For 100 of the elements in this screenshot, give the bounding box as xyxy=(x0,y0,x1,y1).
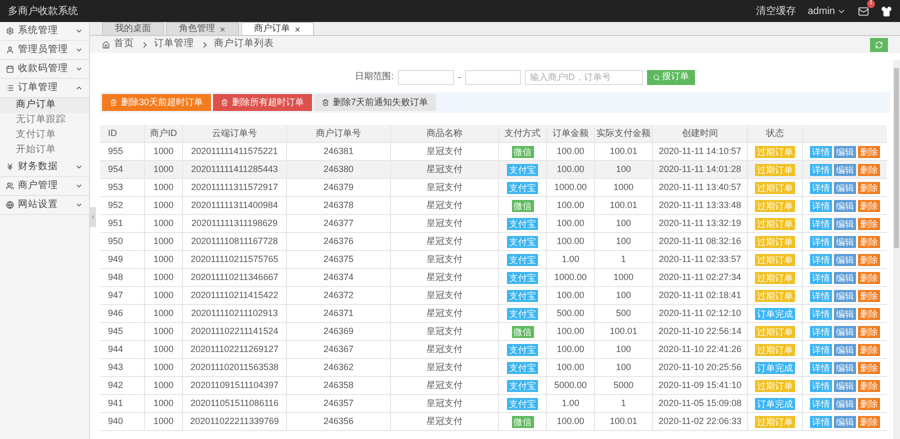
row-action-button[interactable]: 详情 xyxy=(810,326,832,338)
table-cell: 202011110211346667 xyxy=(183,269,287,286)
sidebar-item[interactable]: 管理员管理 xyxy=(0,41,89,60)
table-cell: 246356 xyxy=(287,413,391,430)
row-action-button[interactable]: 删除 xyxy=(858,344,880,356)
row-action-button[interactable]: 详情 xyxy=(810,362,832,374)
row-action-button[interactable]: 删除 xyxy=(858,362,880,374)
tab[interactable]: 商户订单 xyxy=(241,22,314,35)
row-action-button[interactable]: 编辑 xyxy=(834,344,856,356)
table-cell: 100 xyxy=(595,287,653,304)
row-action-button[interactable]: 详情 xyxy=(810,164,832,176)
search-field[interactable]: 输入商户ID，订单号 xyxy=(524,70,643,84)
globe-icon xyxy=(6,201,14,209)
row-action-button[interactable]: 编辑 xyxy=(834,380,856,392)
row-action-button[interactable]: 编辑 xyxy=(834,236,856,248)
table-cell: 100 xyxy=(595,359,653,376)
breadcrumb-link[interactable]: 商户订单列表 xyxy=(214,37,274,52)
submenu-item[interactable]: 支付订单 xyxy=(0,128,89,143)
table-cell: 943 xyxy=(100,359,145,376)
row-action-button[interactable]: 详情 xyxy=(810,236,832,248)
submenu-item[interactable]: 开始订单 xyxy=(0,143,89,158)
delete-orders-button[interactable]: 删除30天前超时订单 xyxy=(102,94,212,111)
row-action-button[interactable]: 删除 xyxy=(858,254,880,266)
row-action-button[interactable]: 编辑 xyxy=(834,254,856,266)
sidebar-item[interactable]: 财务数据 xyxy=(0,158,89,177)
user-menu[interactable]: admin xyxy=(808,4,846,18)
row-action-button[interactable]: 删除 xyxy=(858,308,880,320)
table-cell: 100 xyxy=(595,215,653,232)
row-action-button[interactable]: 详情 xyxy=(810,218,832,230)
row-action-button[interactable]: 编辑 xyxy=(834,362,856,374)
submenu-item[interactable]: 商户订单 xyxy=(0,98,89,113)
refresh-button[interactable] xyxy=(870,38,888,52)
row-action-button[interactable]: 编辑 xyxy=(834,308,856,320)
date-range-label: 日期范围: xyxy=(355,70,394,84)
row-action-button[interactable]: 编辑 xyxy=(834,164,856,176)
row-action-button[interactable]: 删除 xyxy=(858,380,880,392)
delete-orders-button[interactable]: 删除所有超时订单 xyxy=(213,94,312,111)
clear-cache-button[interactable]: 清空缓存 xyxy=(756,4,796,18)
row-action-button[interactable]: 删除 xyxy=(858,416,880,428)
sidebar-item[interactable]: 系统管理 xyxy=(0,22,89,41)
submenu-item[interactable]: 无订单跟踪 xyxy=(0,113,89,128)
row-action-button[interactable]: 编辑 xyxy=(834,182,856,194)
scrollbar[interactable] xyxy=(893,60,900,439)
row-action-button[interactable]: 详情 xyxy=(810,200,832,212)
sidebar-item[interactable]: 收款码管理 xyxy=(0,60,89,79)
start-date-field[interactable] xyxy=(398,70,454,84)
mail-button[interactable] xyxy=(858,6,869,16)
table-cell: 246379 xyxy=(287,179,391,196)
row-action-button[interactable]: 删除 xyxy=(858,164,880,176)
table-cell: 202011111311400984 xyxy=(183,197,287,214)
tab[interactable]: 角色管理 xyxy=(166,22,239,35)
row-action-button[interactable]: 详情 xyxy=(810,254,832,266)
table-cell: 202011110211575765 xyxy=(183,251,287,268)
trash-icon xyxy=(110,99,117,106)
row-action-button[interactable]: 删除 xyxy=(858,200,880,212)
row-action-button[interactable]: 删除 xyxy=(858,398,880,410)
table-cell: 2020-11-11 13:32:19 xyxy=(653,215,748,232)
table-cell: 202011111411285443 xyxy=(183,161,287,178)
tab[interactable]: 我的桌面 xyxy=(102,22,164,35)
row-action-button[interactable]: 删除 xyxy=(858,326,880,338)
row-action-button[interactable]: 详情 xyxy=(810,290,832,302)
row-action-button[interactable]: 删除 xyxy=(858,272,880,284)
table-cell: 星冠支付 xyxy=(391,269,499,286)
payment-badge: 支付宝 xyxy=(507,272,538,284)
row-action-button[interactable]: 删除 xyxy=(858,236,880,248)
row-action-button[interactable]: 删除 xyxy=(858,218,880,230)
row-action-button[interactable]: 详情 xyxy=(810,146,832,158)
theme-button[interactable] xyxy=(881,6,892,16)
table-cell: 皇冠支付 xyxy=(391,359,499,376)
row-action-button[interactable]: 编辑 xyxy=(834,272,856,284)
row-action-button[interactable]: 编辑 xyxy=(834,398,856,410)
status-badge: 过期订单 xyxy=(755,416,795,428)
row-action-button[interactable]: 详情 xyxy=(810,272,832,284)
sidebar-item[interactable]: 商户管理 xyxy=(0,177,89,196)
row-action-button[interactable]: 编辑 xyxy=(834,290,856,302)
row-action-button[interactable]: 编辑 xyxy=(834,146,856,158)
row-action-button[interactable]: 详情 xyxy=(810,398,832,410)
row-action-button[interactable]: 详情 xyxy=(810,308,832,320)
table-cell: 246374 xyxy=(287,269,391,286)
row-action-button[interactable]: 编辑 xyxy=(834,218,856,230)
breadcrumb-link[interactable]: 首页 xyxy=(114,37,134,52)
row-action-button[interactable]: 删除 xyxy=(858,182,880,194)
breadcrumb-link[interactable]: 订单管理 xyxy=(154,37,194,52)
end-date-field[interactable] xyxy=(464,70,521,84)
row-action-button[interactable]: 编辑 xyxy=(834,200,856,212)
row-action-button[interactable]: 删除 xyxy=(858,290,880,302)
sidebar-item[interactable]: 网站设置 xyxy=(0,196,89,215)
row-action-button[interactable]: 详情 xyxy=(810,380,832,392)
row-action-button[interactable]: 删除 xyxy=(858,146,880,158)
row-action-button[interactable]: 详情 xyxy=(810,416,832,428)
delete-orders-button[interactable]: 删除7天前通知失败订单 xyxy=(314,94,436,111)
collapse-handle[interactable] xyxy=(90,207,96,227)
row-action-button[interactable]: 编辑 xyxy=(834,326,856,338)
row-action-button[interactable]: 详情 xyxy=(810,344,832,356)
table-cell: 皇冠支付 xyxy=(391,395,499,412)
table-cell: 1000 xyxy=(145,197,183,214)
search-button[interactable]: 搜订单 xyxy=(646,70,695,84)
row-action-button[interactable]: 编辑 xyxy=(834,416,856,428)
table-cell: 皇冠支付 xyxy=(391,251,499,268)
row-action-button[interactable]: 详情 xyxy=(810,182,832,194)
